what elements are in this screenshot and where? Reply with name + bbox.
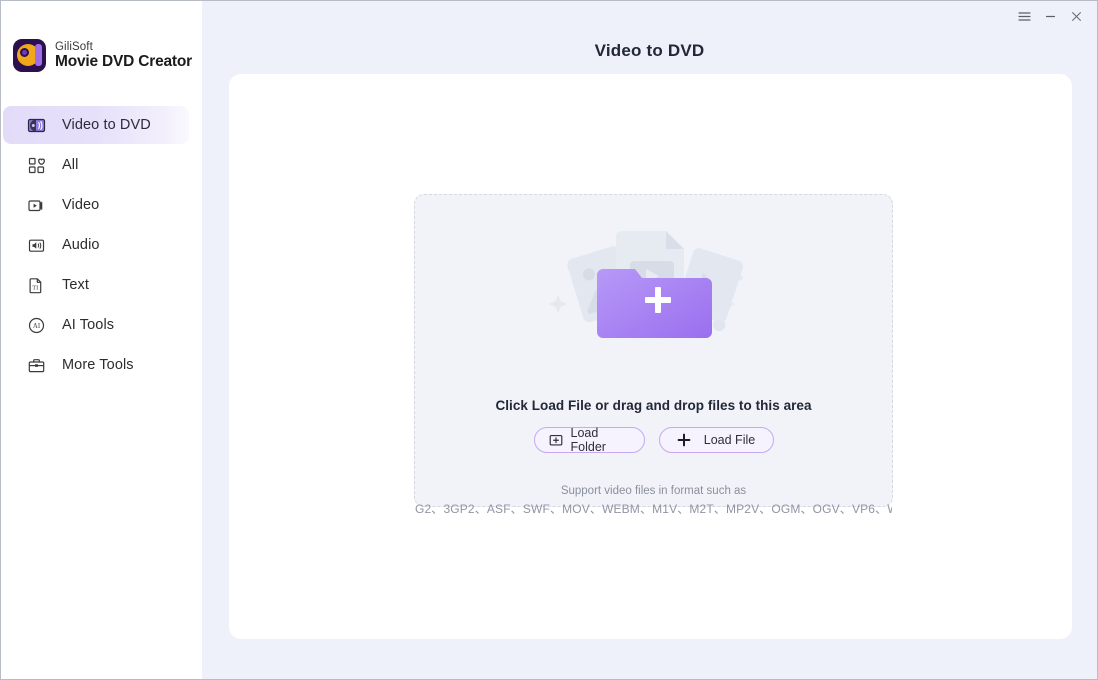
sidebar-item-label: Video to DVD [62,117,151,133]
application-window: GiliSoft Movie DVD Creator Video to DVD [0,0,1098,680]
brand-text: GiliSoft Movie DVD Creator [55,41,192,70]
grid-heart-icon [27,156,46,175]
brand-company: GiliSoft [55,40,93,53]
note-bar-shape [35,44,42,66]
content-panel: Click Load File or drag and drop files t… [229,74,1072,639]
sidebar-item-label: All [62,157,79,173]
speaker-icon [27,236,46,255]
page-title: Video to DVD [594,41,705,60]
window-controls [1011,1,1089,31]
sidebar-item-text[interactable]: TI Text [1,265,202,305]
load-folder-button[interactable]: Load Folder [533,426,645,454]
dropzone-title: Click Load File or drag and drop files t… [495,398,812,413]
sidebar-item-more-tools[interactable]: More Tools [1,345,202,385]
sidebar: GiliSoft Movie DVD Creator Video to DVD [1,1,202,679]
sidebar-nav: Video to DVD All Video Audio TI Text AI … [1,105,202,385]
sidebar-item-label: Video [62,197,100,213]
svg-text:AI: AI [33,323,41,330]
brand-logo-block: GiliSoft Movie DVD Creator [13,39,192,72]
dropzone-support-text: Support video files in format such as [560,485,747,497]
sidebar-item-label: AI Tools [62,317,115,333]
sidebar-item-video-to-dvd[interactable]: Video to DVD [1,105,202,145]
svg-text:TI: TI [32,284,38,291]
sidebar-item-label: More Tools [62,357,134,373]
folder-add-icon [549,433,563,447]
briefcase-icon [27,356,46,375]
dvd-video-icon [27,116,46,135]
sidebar-item-all[interactable]: All [1,145,202,185]
brand-product: Movie DVD Creator [55,52,192,70]
sidebar-item-ai-tools[interactable]: AI AI Tools [1,305,202,345]
disc-hole-shape [20,48,29,57]
hamburger-icon[interactable] [1011,3,1037,29]
close-icon[interactable] [1063,3,1089,29]
minimize-icon[interactable] [1037,3,1063,29]
file-dropzone[interactable]: Click Load File or drag and drop files t… [414,194,893,516]
sidebar-item-video[interactable]: Video [1,185,202,225]
load-file-button[interactable]: Load File [658,427,774,453]
video-camera-icon [27,196,46,215]
sidebar-item-label: Text [62,277,89,293]
dropzone-formats-text: G2、3GP2、ASF、SWF、MOV、WEBM、M1V、M2T、MP2V、OG… [415,502,892,516]
load-folder-label: Load Folder [570,426,606,454]
dvd-disc-icon [13,39,46,72]
text-document-icon: TI [27,276,46,295]
load-file-label: Load File [703,433,756,447]
dropzone-buttons: Load Folder Load File [415,426,892,454]
ai-circle-icon: AI [27,316,46,335]
sidebar-item-audio[interactable]: Audio [1,225,202,265]
sidebar-item-label: Audio [62,237,100,253]
plus-icon [677,433,691,447]
title-bar [202,1,1097,31]
folder-plus-illustration [534,213,774,343]
